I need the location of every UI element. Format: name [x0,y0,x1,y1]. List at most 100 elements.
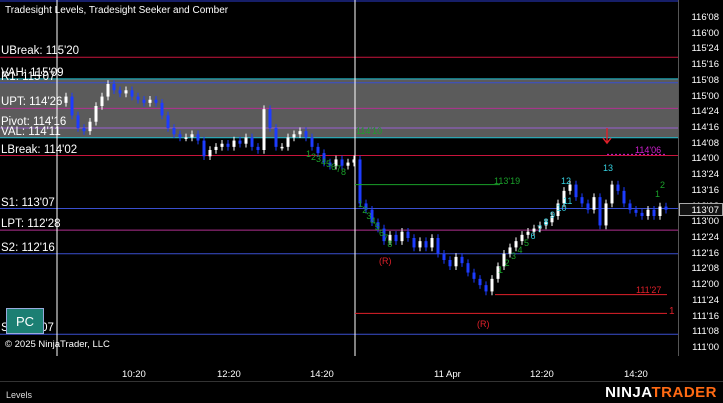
candle-body [316,146,320,154]
level-label: S1: 113'07 [1,196,55,209]
candle-body [466,263,470,273]
candle-body [622,190,626,204]
price-tick: 114'00 [691,153,719,165]
price-tick: 116'00 [691,27,719,39]
seeker-count-seq: 4 [517,244,523,255]
candle-body [304,131,308,138]
price-tag-green-upper: 114'10 [356,125,383,136]
time-tick: 12:20 [217,369,241,380]
price-tick: 111'16 [692,310,719,322]
candle-body [634,209,638,213]
seeker-count: 13 [603,162,614,173]
count-red: 1 [669,305,675,317]
candle-body [100,96,104,106]
seeker-count-seq: 2 [504,258,510,269]
price-tick: 113'24 [691,169,719,181]
price-tick: 111'00 [692,342,719,353]
candle-body [436,238,440,254]
time-tick: 12:20 [530,369,554,380]
price-tick: 113'16 [691,184,719,196]
candle-body [250,137,254,147]
candle-body [412,238,416,248]
candle-body [136,96,140,100]
candle-body [586,203,590,210]
r-marker: (R) [379,255,392,266]
footer-bar: Levels NINJATRADER [0,381,723,403]
candle-body [358,159,362,204]
candle-body [202,140,206,157]
level-label: LBreak: 114'02 [1,143,78,156]
candle-body [658,206,662,216]
level-label: R1: 115'07 [1,70,56,83]
candle-body [574,184,578,198]
candle-body [190,134,194,138]
candle-body [604,203,608,226]
candle-body [178,134,182,138]
candle-body [352,159,356,163]
candle-body [238,140,242,144]
candle-body [286,137,290,147]
candle-body [526,231,530,235]
price-axis[interactable]: 116'08 116'00 115'24 115'16 115'08 115'00 114'… [678,0,723,356]
price-tick: 111'08 [692,326,719,338]
price-tag-red: 111'27 [636,284,662,295]
candle-body [418,241,422,248]
candle-body [652,209,656,216]
price-tick: 112'16 [691,247,719,259]
candle-body [580,197,584,204]
candle-body [220,143,224,147]
candle-body [64,96,68,103]
candle-body [490,278,494,292]
candle-body [298,131,302,135]
seeker-count-seq: 7 [537,223,543,234]
candle-body [274,128,278,147]
level-label: S2: 112'16 [1,241,55,254]
time-tick: 10:20 [122,369,146,380]
candle-body [94,106,98,122]
candle-body [226,143,230,147]
candle-body [82,128,86,132]
price-tick: 116'08 [691,12,719,23]
candle-body [130,90,134,97]
candle-body [208,150,212,157]
candle-body [160,102,164,116]
candle-body [118,90,122,94]
level-label: VAL: 114'11 [1,125,61,138]
price-tag-magenta: 114'06 [635,144,662,155]
candle-body [232,140,236,147]
candle-body [592,197,596,210]
comber-count: 8 [387,238,393,249]
candle-body [106,84,110,97]
candle-body [400,231,404,242]
price-tick: 114'16 [691,122,719,133]
price-tick: 112'00 [691,279,719,291]
candle-body [124,90,128,94]
time-tick: 14:20 [310,369,334,380]
tab-levels[interactable]: Levels [6,390,32,400]
candle-body [196,134,200,141]
price-tick: 115'16 [691,59,719,71]
candle-body [406,231,410,238]
candle-body [454,256,458,267]
price-tick: 114'08 [691,137,719,149]
seeker-count-seq: 8 [543,216,549,227]
price-tick: 111'24 [692,294,719,306]
seeker-count-seq: 5 [524,237,530,248]
candle-body [280,146,284,149]
seeker-count-seq: 1 [498,265,504,276]
candle-body [478,278,482,286]
price-tag-green: 113'19 [494,176,521,187]
seeker-count-seq: 6 [530,230,536,241]
price-tick: 113'00 [691,216,719,228]
pc-button[interactable]: PC [6,308,44,334]
candle-body [172,128,176,135]
price-tick: 112'08 [691,263,719,275]
candle-body [292,134,296,138]
r-marker: (R) [477,318,490,329]
time-tick: 11 Apr [434,369,461,380]
candle-body [448,260,452,267]
chart-panel[interactable]: Tradesight Levels, Tradesight Seeker and… [0,0,723,402]
seeker-count: 1 [655,188,661,199]
level-label: LPT: 112'28 [1,218,61,231]
candle-body [442,253,446,260]
